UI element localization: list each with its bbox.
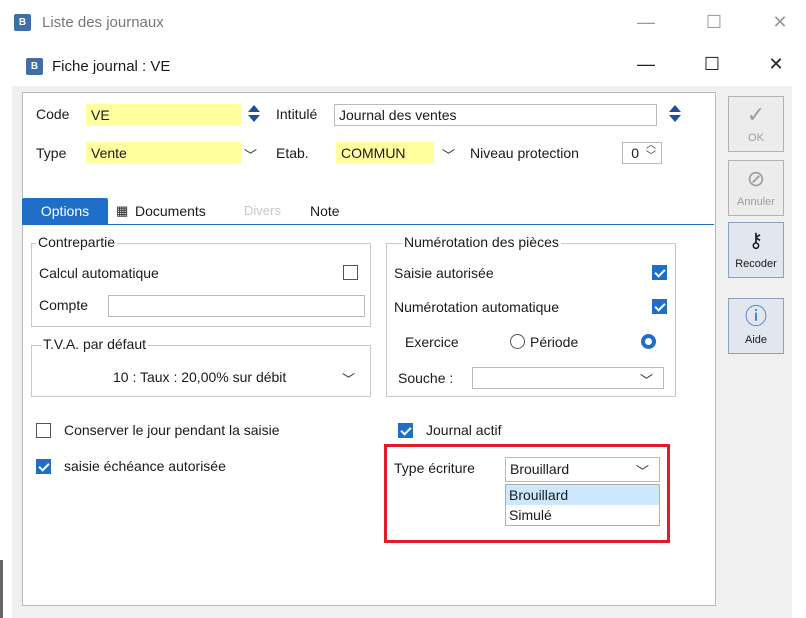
chevron-down-icon[interactable]: ﹀ bbox=[640, 370, 653, 389]
window-title: Fiche journal : VE bbox=[52, 58, 171, 75]
journal-actif-label: Journal actif bbox=[426, 422, 502, 438]
echeance-checkbox[interactable] bbox=[36, 459, 51, 474]
numerotation-title: Numérotation des pièces bbox=[402, 234, 561, 250]
cancel-label: Annuler bbox=[737, 196, 775, 208]
tva-title: T.V.A. par défaut bbox=[41, 336, 148, 352]
tab-documents[interactable]: Documents bbox=[135, 198, 206, 224]
recoder-button[interactable]: ⚷ Recoder bbox=[728, 222, 784, 278]
outer-close-button[interactable]: ✕ bbox=[760, 12, 800, 33]
table-icon: ▦ bbox=[116, 203, 129, 218]
type-label: Type bbox=[36, 145, 67, 161]
maximize-button[interactable]: ☐ bbox=[692, 54, 732, 75]
etab-label: Etab. bbox=[276, 145, 309, 161]
help-button[interactable]: ⓘ Aide bbox=[728, 298, 784, 354]
niveau-spinner[interactable]: 0 bbox=[622, 142, 662, 164]
souche-select[interactable] bbox=[472, 367, 664, 389]
tab-strip-line bbox=[22, 224, 714, 225]
conserver-jour-label: Conserver le jour pendant la saisie bbox=[64, 422, 280, 438]
chevron-down-icon[interactable]: ﹀ bbox=[244, 145, 257, 164]
tab-options[interactable]: Options bbox=[22, 198, 108, 224]
compte-field[interactable] bbox=[108, 295, 365, 317]
intitule-field[interactable]: Journal des ventes bbox=[334, 104, 657, 126]
tva-select[interactable]: 10 : Taux : 20,00% sur débit bbox=[113, 369, 286, 385]
dropdown-option-simule[interactable]: Simulé bbox=[506, 505, 659, 525]
calcul-auto-label: Calcul automatique bbox=[39, 265, 159, 281]
chevron-down-icon[interactable]: ﹀ bbox=[636, 461, 649, 480]
ok-label: OK bbox=[748, 132, 764, 144]
numerotation-auto-label: Numérotation automatique bbox=[394, 299, 559, 315]
key-icon: ⚷ bbox=[748, 230, 764, 252]
window-left-edge bbox=[0, 560, 3, 618]
etab-select[interactable]: COMMUN bbox=[336, 142, 434, 164]
code-field[interactable]: VE bbox=[86, 104, 241, 126]
outer-maximize-button[interactable]: ☐ bbox=[694, 12, 734, 33]
niveau-label: Niveau protection bbox=[470, 145, 579, 161]
journal-actif-checkbox[interactable] bbox=[398, 423, 413, 438]
saisie-autorisee-label: Saisie autorisée bbox=[394, 265, 494, 281]
type-select[interactable]: Vente bbox=[86, 142, 241, 164]
conserver-jour-checkbox[interactable] bbox=[36, 423, 51, 438]
echeance-label: saisie échéance autorisée bbox=[64, 458, 226, 474]
contrepartie-title: Contrepartie bbox=[36, 234, 118, 250]
code-label: Code bbox=[36, 106, 70, 122]
intitule-lookup-arrows[interactable] bbox=[667, 103, 681, 125]
compte-label: Compte bbox=[39, 297, 89, 313]
tab-note[interactable]: Note bbox=[310, 198, 340, 224]
saisie-autorisee-checkbox[interactable] bbox=[652, 265, 667, 280]
periode-radio[interactable] bbox=[641, 334, 656, 349]
cancel-icon: ⊘ bbox=[746, 166, 766, 191]
close-button[interactable]: ✕ bbox=[756, 54, 796, 75]
chevron-down-icon[interactable]: ﹀ bbox=[442, 145, 455, 164]
window-title-bar: B Fiche journal : VE — ☐ ✕ bbox=[12, 46, 806, 86]
calcul-auto-checkbox[interactable] bbox=[343, 265, 358, 280]
cancel-button[interactable]: ⊘ Annuler bbox=[728, 160, 784, 216]
ok-button[interactable]: ✓ OK bbox=[728, 96, 784, 152]
help-label: Aide bbox=[744, 334, 768, 346]
souche-label: Souche : bbox=[398, 370, 454, 386]
outer-title-bar: B Liste des journaux — ☐ ✕ bbox=[0, 0, 806, 46]
checkmark-icon: ✓ bbox=[746, 102, 766, 127]
book-icon: B bbox=[26, 58, 43, 75]
outer-window-title: Liste des journaux bbox=[42, 14, 164, 31]
help-icon: ⓘ bbox=[744, 304, 767, 329]
recoder-label: Recoder bbox=[735, 258, 777, 270]
tab-divers: Divers bbox=[244, 203, 281, 218]
periode-label: Période bbox=[530, 334, 579, 350]
exercice-radio[interactable] bbox=[510, 334, 525, 349]
numerotation-auto-checkbox[interactable] bbox=[652, 299, 667, 314]
exercice-label: Exercice bbox=[405, 334, 459, 350]
minimize-button[interactable]: — bbox=[626, 54, 666, 75]
chevron-down-icon[interactable]: ﹀ bbox=[342, 369, 355, 388]
code-lookup-arrows[interactable] bbox=[246, 103, 260, 125]
type-ecriture-dropdown: Brouillard Simulé bbox=[505, 484, 660, 526]
type-ecriture-label: Type écriture bbox=[394, 460, 475, 476]
book-icon: B bbox=[14, 14, 31, 31]
spinner-arrows-icon[interactable]: ︿ ﹀ bbox=[646, 140, 656, 162]
outer-minimize-button[interactable]: — bbox=[626, 12, 666, 33]
dropdown-option-brouillard[interactable]: Brouillard bbox=[506, 485, 659, 505]
intitule-label: Intitulé bbox=[276, 106, 318, 122]
